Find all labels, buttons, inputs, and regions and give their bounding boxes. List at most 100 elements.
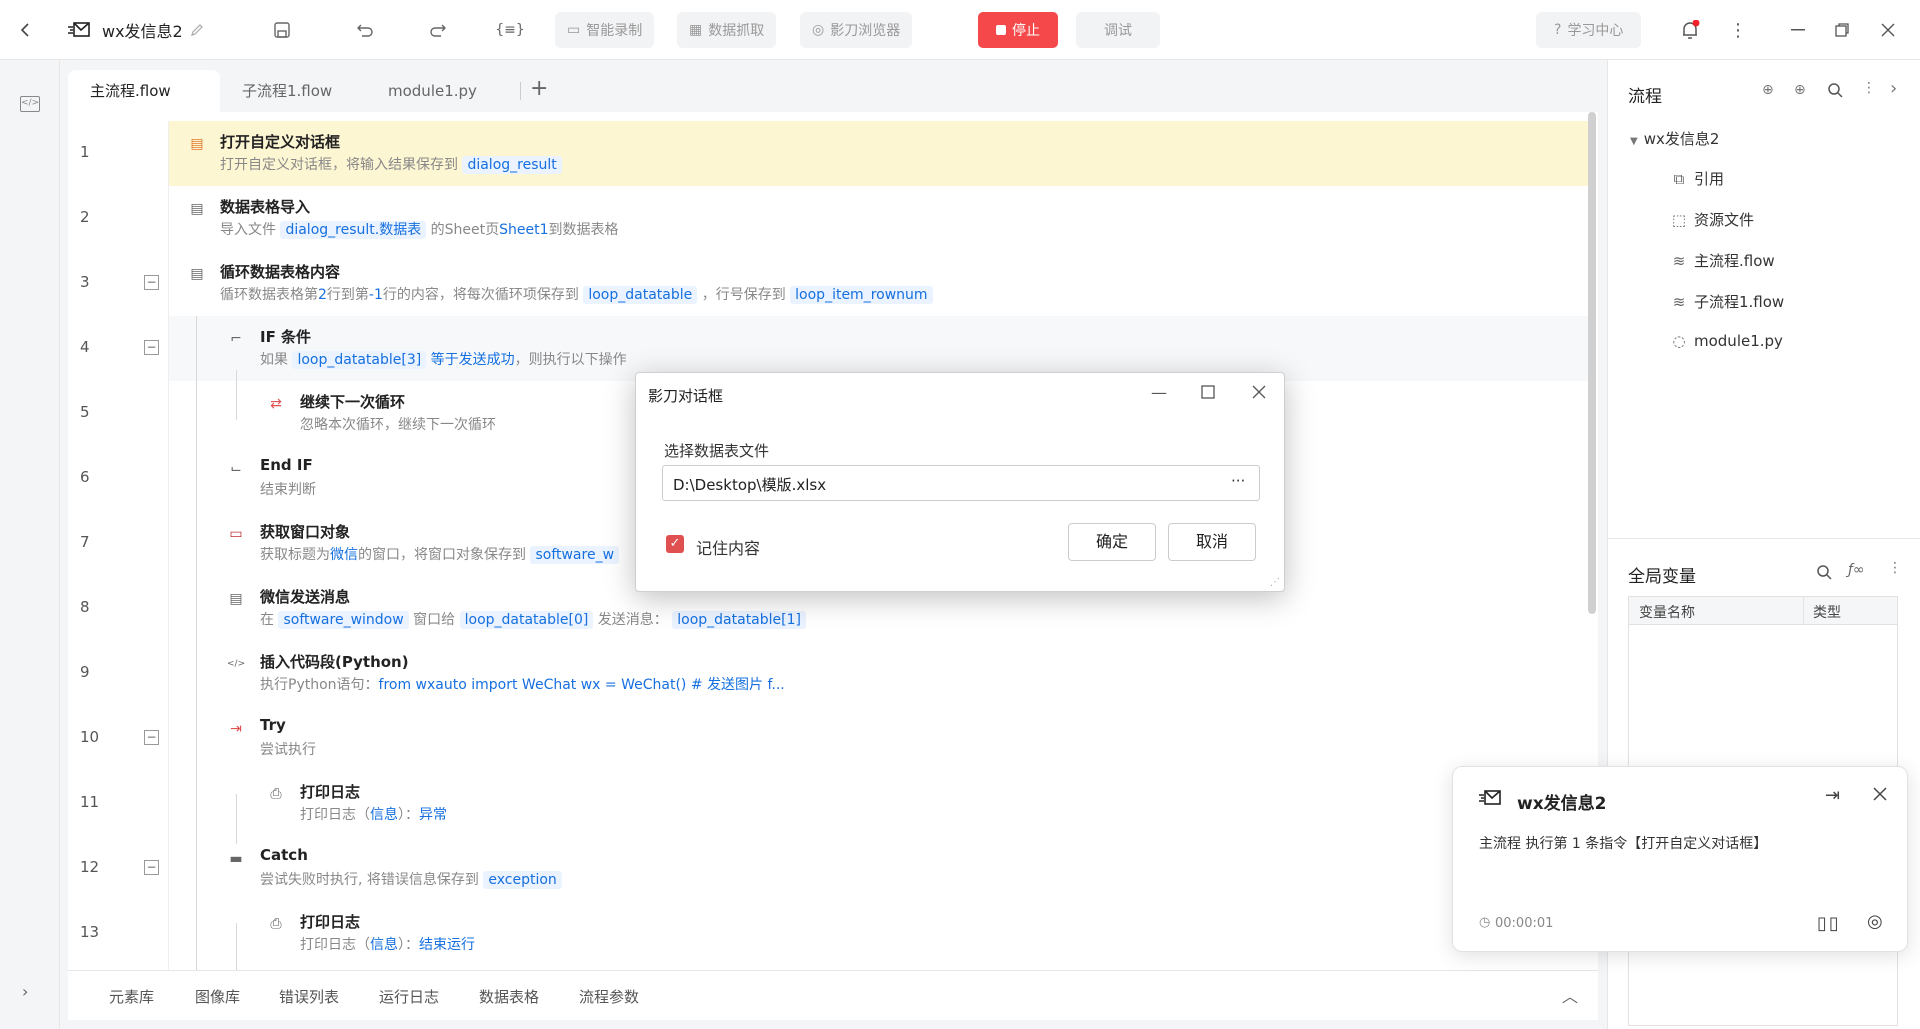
- param-link[interactable]: 2: [318, 287, 327, 303]
- tree-root[interactable]: ▼ wx发信息2: [1630, 128, 1719, 149]
- window-object-icon: ▭: [229, 526, 243, 542]
- line-number: 2: [80, 208, 90, 226]
- param-link[interactable]: -1: [369, 287, 383, 303]
- data-scrape-button[interactable]: ▦ 数据抓取: [677, 12, 777, 48]
- tab-subflow1[interactable]: 子流程1.flow: [220, 70, 354, 112]
- tab-data-table[interactable]: 数据表格: [479, 986, 539, 1007]
- cancel-button[interactable]: 取消: [1168, 523, 1256, 561]
- variable-braces-icon[interactable]: {≡}: [492, 12, 528, 48]
- variable-chip[interactable]: dialog_result: [462, 156, 562, 174]
- variable-chip[interactable]: loop_datatable: [583, 286, 698, 304]
- pin-icon[interactable]: ⇥: [1825, 785, 1840, 806]
- param-link[interactable]: from wxauto import WeChat wx = WeChat() …: [379, 677, 785, 693]
- learning-center-button[interactable]: ? 学习中心: [1536, 12, 1642, 48]
- expand-rail-icon[interactable]: ›: [22, 982, 28, 1001]
- variable-chip[interactable]: loop_datatable[3]: [292, 351, 427, 369]
- tree-item-resources[interactable]: ⬚ 资源文件: [1670, 209, 1754, 230]
- param-link[interactable]: 信息: [370, 937, 398, 953]
- collapse-toggle[interactable]: −: [144, 860, 159, 875]
- back-icon[interactable]: [8, 12, 44, 48]
- tree-item-main-flow[interactable]: ≋ 主流程.flow: [1670, 250, 1775, 271]
- file-path-input[interactable]: D:\Desktop\模版.xlsx ···: [662, 465, 1260, 501]
- print-log-icon: ⎙: [270, 916, 282, 932]
- param-link[interactable]: 微信: [330, 547, 358, 563]
- flow-step[interactable]: 3 − ▤ 循环数据表格内容 循环数据表格第2行到第-1行的内容，将每次循环项保…: [68, 251, 1588, 316]
- add-module-icon[interactable]: ⊕: [1794, 82, 1806, 98]
- more-icon[interactable]: ⋮: [1862, 80, 1876, 96]
- dialog-minimize-icon[interactable]: —: [1151, 383, 1167, 402]
- function-icon[interactable]: ƒ∞: [1848, 562, 1865, 578]
- tab-element-library[interactable]: 元素库: [109, 986, 154, 1007]
- variable-chip[interactable]: exception: [483, 871, 562, 889]
- restore-icon[interactable]: [1824, 12, 1860, 48]
- resize-grip-icon[interactable]: ⋰: [1270, 577, 1280, 588]
- tree-item-reference[interactable]: ⧉ 引用: [1670, 168, 1724, 189]
- flow-step[interactable]: 12 − ▬ Catch 尝试失败时执行, 将错误信息保存到 exception: [68, 836, 1588, 901]
- close-icon[interactable]: [1873, 787, 1887, 805]
- code-view-icon[interactable]: </>: [20, 96, 40, 112]
- param-link[interactable]: 结束运行: [419, 937, 475, 953]
- more-icon[interactable]: ⋮: [1720, 12, 1756, 48]
- line-number: 3: [80, 273, 90, 291]
- tab-module1[interactable]: module1.py: [366, 70, 499, 112]
- remember-checkbox[interactable]: ✓: [666, 535, 684, 553]
- smart-record-button[interactable]: ▭ 智能录制: [555, 12, 655, 48]
- variable-chip[interactable]: dialog_result.数据表: [280, 221, 427, 239]
- flow-step[interactable]: 10 − ⇥ Try 尝试执行: [68, 706, 1588, 771]
- flow-step[interactable]: 11 ⎙ 打印日志 打印日志（信息）：异常: [68, 771, 1588, 836]
- variable-chip[interactable]: software_w: [530, 546, 620, 564]
- add-tab-icon[interactable]: +: [530, 76, 548, 101]
- variable-chip[interactable]: software_window: [278, 611, 409, 629]
- bell-icon[interactable]: [1672, 12, 1708, 48]
- tree-item-subflow1[interactable]: ≋ 子流程1.flow: [1670, 291, 1785, 312]
- stop-circle-icon[interactable]: ◎: [1867, 911, 1883, 932]
- save-icon[interactable]: [264, 12, 300, 48]
- param-link[interactable]: 等于: [431, 352, 459, 368]
- tab-main-flow[interactable]: 主流程.flow: [68, 70, 220, 112]
- ok-button[interactable]: 确定: [1068, 523, 1156, 561]
- tab-error-list[interactable]: 错误列表: [279, 986, 339, 1007]
- flow-step[interactable]: 9 </> 插入代码段(Python) 执行Python语句：from wxau…: [68, 641, 1588, 706]
- edit-title-icon[interactable]: [186, 12, 208, 48]
- variable-chip[interactable]: loop_datatable[1]: [672, 611, 806, 629]
- search-icon[interactable]: [1827, 82, 1843, 102]
- continue-loop-icon: ⇄: [270, 396, 282, 412]
- dialog-close-icon[interactable]: [1252, 385, 1266, 403]
- param-link[interactable]: 信息: [370, 807, 398, 823]
- minimize-icon[interactable]: [1780, 12, 1816, 48]
- collapse-toggle[interactable]: −: [144, 730, 159, 745]
- search-icon[interactable]: [1816, 564, 1832, 584]
- param-link[interactable]: 异常: [419, 807, 447, 823]
- collapse-toggle[interactable]: −: [144, 275, 159, 290]
- add-flow-icon[interactable]: ⊕: [1762, 82, 1774, 98]
- tab-run-log[interactable]: 运行日志: [379, 986, 439, 1007]
- flow-step[interactable]: 1 ▤ 打开自定义对话框 打开自定义对话框，将输入结果保存到 dialog_re…: [68, 121, 1588, 186]
- collapse-panel-icon[interactable]: ︿: [1562, 983, 1578, 1007]
- close-icon[interactable]: [1870, 12, 1906, 48]
- undo-icon[interactable]: [347, 12, 383, 48]
- tab-flow-params[interactable]: 流程参数: [579, 986, 639, 1007]
- editor-scrollbar[interactable]: [1588, 112, 1596, 614]
- variable-chip[interactable]: loop_item_rownum: [790, 286, 933, 304]
- step-desc-text: 打印日志（: [300, 807, 370, 823]
- line-number: 1: [80, 143, 90, 161]
- tree-item-module1[interactable]: ◌ module1.py: [1670, 332, 1782, 350]
- debug-button[interactable]: 调试: [1076, 12, 1160, 48]
- param-link[interactable]: 发送成功: [459, 352, 515, 368]
- chevron-right-icon[interactable]: ›: [1890, 78, 1897, 99]
- pause-icon[interactable]: ▯▯: [1817, 913, 1841, 934]
- end-if-icon: ⌙: [230, 461, 242, 477]
- table-icon: ▦: [689, 22, 703, 38]
- browse-file-button[interactable]: ···: [1231, 472, 1245, 490]
- tab-image-library[interactable]: 图像库: [195, 986, 240, 1007]
- variable-chip[interactable]: loop_datatable[0]: [459, 611, 594, 629]
- collapse-toggle[interactable]: −: [144, 340, 159, 355]
- stop-button[interactable]: 停止: [978, 12, 1058, 48]
- flow-step[interactable]: 2 ▤ 数据表格导入 导入文件 dialog_result.数据表 的Sheet…: [68, 186, 1588, 251]
- more-icon[interactable]: ⋮: [1888, 560, 1902, 576]
- yingdao-browser-button[interactable]: ◎ 影刀浏览器: [800, 12, 913, 48]
- param-link[interactable]: Sheet1: [499, 222, 548, 238]
- redo-icon[interactable]: [420, 12, 456, 48]
- dialog-maximize-icon[interactable]: [1201, 385, 1215, 403]
- flow-step[interactable]: 13 ⎙ 打印日志 打印日志（信息）：结束运行: [68, 901, 1588, 966]
